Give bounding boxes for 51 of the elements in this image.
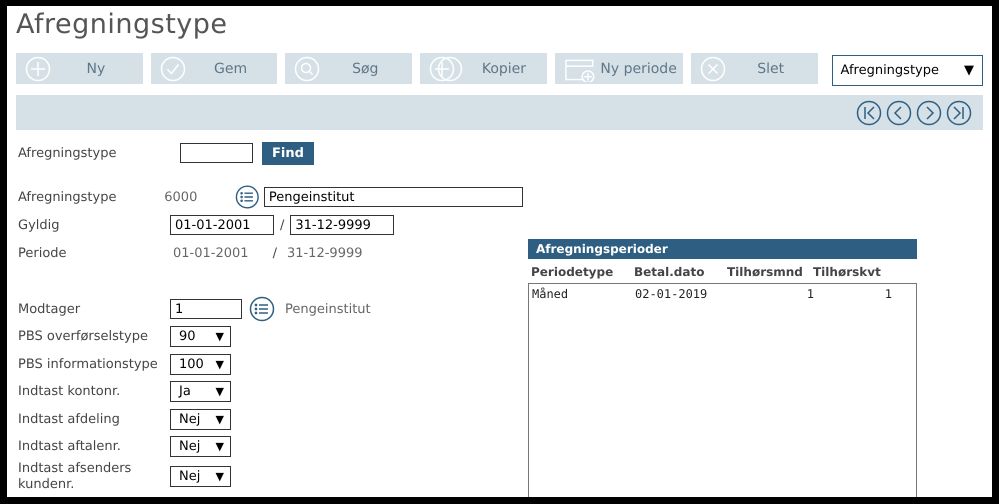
search-field[interactable] [180, 143, 253, 163]
table-cell-text: 1 [806, 287, 814, 301]
field-label: Periode [18, 246, 68, 260]
close-circle-icon [700, 56, 726, 82]
dropdown[interactable]: 100 ▼ [170, 354, 231, 375]
previous-icon[interactable] [886, 100, 912, 126]
next-icon[interactable] [916, 100, 942, 126]
search-icon [294, 56, 320, 82]
check-circle-icon [160, 56, 186, 82]
last-page-icon[interactable] [946, 100, 972, 126]
type-code: 6000 [164, 190, 198, 204]
field-label: PBS informationstype [18, 356, 159, 372]
field-label: Modtager [18, 302, 82, 316]
field-label: Afregningstype [18, 190, 118, 204]
column-header: Periodetype [531, 265, 614, 279]
table-cell-text: 02-01-2019 [635, 287, 708, 301]
field-label: Indtast afsenders kundenr. [18, 460, 132, 492]
dropdown[interactable]: 90 ▼ [170, 326, 231, 348]
name-field[interactable]: Pengeinstitut [264, 187, 523, 207]
first-page-icon[interactable] [856, 100, 882, 126]
dropdown[interactable]: Nej ▼ [170, 408, 231, 430]
date-field[interactable]: 31-12-9999 [290, 215, 394, 235]
view-dropdown[interactable]: Afregningstype ▼ [832, 55, 983, 86]
field-label: PBS overførselstype [18, 329, 149, 344]
column-header: Tilhørskvt [813, 265, 882, 279]
table-cell-text: Måned [532, 287, 570, 301]
field-label: Indtast aftalenr. [18, 439, 122, 454]
field-label: Afregningstype [18, 146, 118, 160]
page-title: Afregningstype [16, 8, 229, 42]
dropdown[interactable]: Ja ▼ [170, 381, 231, 402]
column-header: Betal.dato [634, 265, 706, 279]
column-header: Tilhørsmnd [727, 265, 804, 279]
double-plus-circle-icon [429, 56, 464, 82]
separator: / [272, 246, 277, 260]
recipient-name: Pengeinstitut [285, 302, 371, 316]
find-button[interactable]: Find [262, 142, 314, 164]
list-icon[interactable] [235, 184, 260, 210]
date-field[interactable]: 01-01-2001 [170, 215, 274, 235]
period-end: 31-12-9999 [286, 246, 363, 260]
dropdown[interactable]: Nej ▼ [170, 436, 231, 458]
recipient-field[interactable]: 1 [170, 299, 242, 319]
separator: / [280, 218, 284, 232]
field-label: Indtast afdeling [18, 412, 121, 427]
table-cell-text: 1 [884, 287, 892, 301]
field-label: Indtast kontonr. [18, 384, 122, 400]
field-label: Gyldig [18, 218, 60, 232]
period-start: 01-01-2001 [173, 246, 249, 260]
list-icon[interactable] [249, 296, 275, 322]
plus-circle-icon [25, 56, 51, 82]
panel-header: Afregningsperioder [528, 239, 917, 259]
dropdown[interactable]: Nej ▼ [170, 466, 231, 487]
